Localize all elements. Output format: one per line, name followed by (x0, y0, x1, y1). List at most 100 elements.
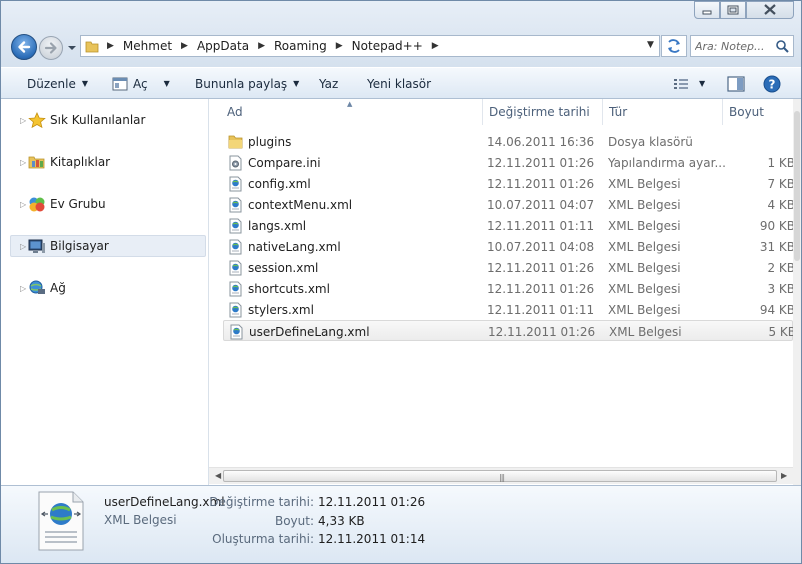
file-size: 90 KB (759, 219, 795, 233)
column-header-label: Boyut (729, 105, 764, 119)
file-type: Dosya klasörü (608, 135, 693, 149)
details-pane: userDefineLang.xml XML Belgesi Değiştirm… (1, 485, 801, 563)
folder-icon (85, 41, 99, 53)
details-created-label: Oluşturma tarihi: (212, 532, 314, 546)
breadcrumb-item[interactable]: AppData (192, 39, 254, 53)
file-date: 14.06.2011 16:36 (487, 135, 595, 149)
file-size: 2 KB (767, 261, 795, 275)
file-size: 7 KB (767, 177, 795, 191)
share-button[interactable]: Bununla paylaş ▼ (195, 68, 299, 99)
arrow-left-icon (18, 41, 31, 53)
expand-arrow-icon[interactable]: ▷ (20, 284, 26, 293)
file-name: plugins (248, 135, 292, 149)
file-row[interactable]: stylers.xml 12.11.2011 01:11 XML Belgesi 94… (223, 299, 795, 320)
chevron-down-icon: ▼ (293, 79, 300, 88)
file-type: XML Belgesi (608, 282, 681, 296)
file-name: userDefineLang.xml (249, 325, 370, 339)
breadcrumb-separator-icon[interactable]: ▶ (177, 41, 192, 51)
file-row[interactable]: Compare.ini 12.11.2011 01:26 Yapılandırma … (223, 152, 795, 173)
file-row[interactable]: nativeLang.xml 10.07.2011 04:08 XML Belges… (223, 236, 795, 257)
new-folder-button[interactable]: Yeni klasör (367, 68, 431, 99)
history-dropdown-icon[interactable] (67, 43, 77, 53)
xml-file-icon (230, 324, 243, 340)
xml-file-icon (229, 281, 242, 297)
open-button[interactable]: Aç ▼ (112, 68, 170, 99)
nav-item-network[interactable]: ▷ Ağ (1, 277, 207, 299)
xml-file-icon (229, 260, 242, 276)
file-row[interactable]: shortcuts.xml 12.11.2011 01:26 XML Belgesi… (223, 278, 795, 299)
xml-file-icon (229, 302, 242, 318)
refresh-button[interactable] (661, 35, 687, 57)
search-icon[interactable] (775, 39, 789, 53)
details-size-value: 4,33 KB (318, 514, 365, 528)
print-button[interactable]: Yaz (319, 68, 338, 99)
details-modified-label: Değiştirme tarihi: (209, 495, 314, 509)
expand-arrow-icon[interactable]: ▷ (20, 158, 26, 167)
breadcrumb-separator-icon[interactable]: ▶ (103, 41, 118, 51)
help-button[interactable]: ? (763, 68, 781, 99)
breadcrumb-item[interactable]: Mehmet (118, 39, 177, 53)
breadcrumb-separator-icon[interactable]: ▶ (254, 41, 269, 51)
column-header-date[interactable]: Değiştirme tarihi (483, 99, 603, 125)
column-header-label: Değiştirme tarihi (489, 105, 590, 119)
organize-label: Düzenle (27, 76, 76, 91)
scroll-left-icon[interactable]: ◀ (215, 471, 221, 480)
horizontal-scrollbar[interactable]: ◀ ||| ▶ (209, 467, 793, 484)
expand-arrow-icon[interactable]: ▷ (20, 116, 26, 125)
breadcrumb-item[interactable]: Roaming (269, 39, 332, 53)
scroll-right-icon[interactable]: ▶ (781, 471, 787, 480)
minimize-icon (702, 10, 712, 15)
close-button[interactable] (746, 1, 794, 19)
file-row[interactable]: config.xml 12.11.2011 01:26 XML Belgesi 7 K… (223, 173, 795, 194)
search-input[interactable] (695, 38, 773, 54)
view-options-button[interactable]: ▼ (673, 68, 705, 99)
address-bar[interactable]: ▶ Mehmet ▶ AppData ▶ Roaming ▶ Notepad++ ▶ ▼ (80, 35, 660, 57)
file-row[interactable]: plugins 14.06.2011 16:36 Dosya klasörü (223, 131, 793, 152)
minimize-button[interactable] (694, 1, 720, 19)
file-name: nativeLang.xml (248, 240, 341, 254)
forward-button[interactable] (39, 36, 63, 60)
breadcrumb-separator-icon[interactable]: ▶ (428, 41, 443, 51)
expand-arrow-icon[interactable]: ▷ (20, 242, 26, 251)
address-dropdown-icon[interactable]: ▼ (647, 40, 654, 50)
nav-item-computer[interactable]: ▷ Bilgisayar (10, 235, 206, 257)
file-type: XML Belgesi (609, 325, 682, 339)
details-size-label: Boyut: (274, 514, 314, 528)
scrollbar-thumb[interactable]: ||| (223, 470, 777, 482)
nav-item-label: Sık Kullanılanlar (50, 113, 146, 127)
column-header-type[interactable]: Tür (603, 99, 723, 125)
file-date: 12.11.2011 01:11 (487, 303, 595, 317)
file-name: session.xml (248, 261, 319, 275)
share-label: Bununla paylaş (195, 76, 288, 91)
file-row[interactable]: contextMenu.xml 10.07.2011 04:07 XML Belge… (223, 194, 795, 215)
command-bar: Düzenle ▼ Aç ▼ Bununla paylaş ▼ Yaz Yeni kl… (1, 67, 801, 99)
svg-text:?: ? (769, 77, 776, 91)
file-type: XML Belgesi (608, 303, 681, 317)
column-header-name[interactable]: Ad (221, 99, 483, 125)
expand-arrow-icon[interactable]: ▷ (20, 200, 26, 209)
file-type: XML Belgesi (608, 240, 681, 254)
back-button[interactable] (11, 34, 37, 60)
nav-item-homegroup[interactable]: ▷ Ev Grubu (1, 193, 207, 215)
file-date: 12.11.2011 01:26 (487, 156, 595, 170)
network-icon (29, 280, 45, 294)
preview-pane-button[interactable] (727, 68, 745, 99)
file-name: stylers.xml (248, 303, 314, 317)
nav-item-label: Kitaplıklar (50, 155, 111, 169)
breadcrumb-separator-icon[interactable]: ▶ (332, 41, 347, 51)
navigation-pane: ▷ Sık Kullanılanlar ▷ Kitaplıklar ▷ Ev G… (1, 99, 209, 485)
file-row[interactable]: userDefineLang.xml 12.11.2011 01:26 XML Be… (223, 320, 796, 341)
file-row[interactable]: langs.xml 12.11.2011 01:11 XML Belgesi 90 K… (223, 215, 795, 236)
nav-item-libraries[interactable]: ▷ Kitaplıklar (1, 151, 207, 173)
file-date: 12.11.2011 01:26 (487, 282, 595, 296)
organize-button[interactable]: Düzenle ▼ (27, 68, 88, 99)
nav-item-favorites[interactable]: ▷ Sık Kullanılanlar (1, 109, 207, 131)
search-box[interactable] (690, 35, 794, 57)
breadcrumb-item[interactable]: Notepad++ (347, 39, 428, 53)
maximize-button[interactable] (720, 1, 746, 19)
file-row[interactable]: session.xml 12.11.2011 01:26 XML Belgesi 2 … (223, 257, 795, 278)
column-header-size[interactable]: Boyut (723, 99, 793, 125)
help-icon: ? (763, 75, 781, 92)
folder-icon (228, 135, 243, 149)
vertical-scrollbar[interactable] (793, 99, 801, 485)
